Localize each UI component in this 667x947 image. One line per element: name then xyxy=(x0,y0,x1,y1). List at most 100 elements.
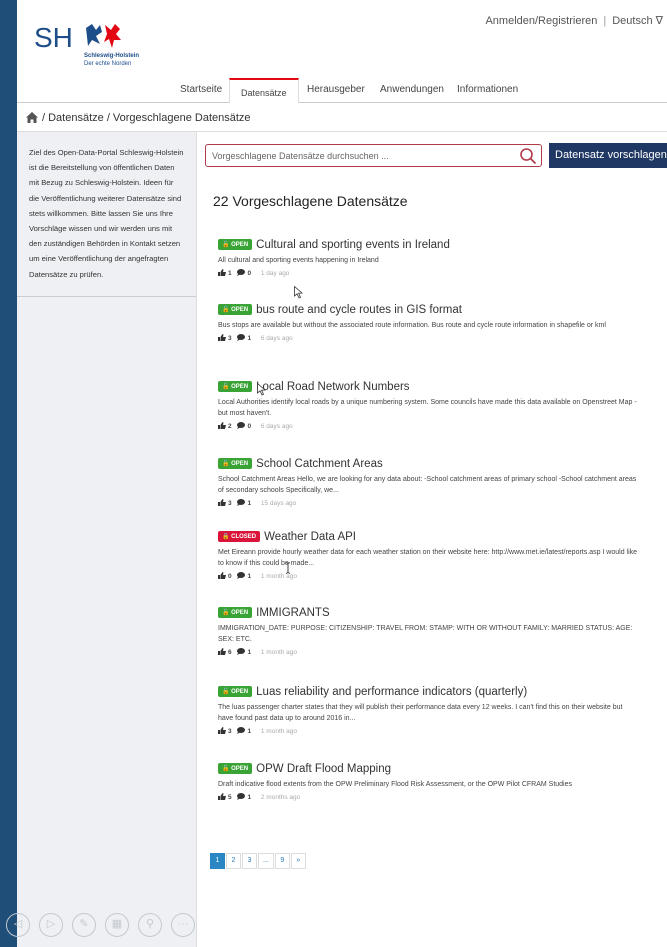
language-select[interactable]: Deutsch ∇ xyxy=(612,15,663,27)
language-label: Deutsch xyxy=(612,15,653,27)
nav-anwendungen[interactable]: Anwendungen xyxy=(380,84,444,95)
timestamp: 6 days ago xyxy=(260,423,293,430)
entry-header: 🔓 OPEN bus route and cycle routes in GIS … xyxy=(218,300,638,316)
status-badge: 🔓 OPEN xyxy=(218,686,253,697)
comment-count: 0 xyxy=(247,270,252,277)
thumbs-up-icon xyxy=(218,793,226,800)
status-badge: 🔓 OPEN xyxy=(218,763,253,774)
thumbs-up-icon xyxy=(218,499,226,506)
presentation-controls: ◁ ▷ ✎ ▦ ⚲ ··· xyxy=(6,913,204,937)
sidebar: Ziel des Open-Data-Portal Schleswig-Hols… xyxy=(17,132,197,947)
page-9[interactable]: 9 xyxy=(274,853,290,869)
comment-count: 1 xyxy=(247,728,252,735)
next-icon[interactable]: ▷ xyxy=(39,913,63,937)
nav-informationen[interactable]: Informationen xyxy=(457,84,518,95)
status-label: OPEN xyxy=(231,461,249,467)
browser-page: SH Schleswig-Holstein Der echte Norden A… xyxy=(17,0,667,947)
header: SH Schleswig-Holstein Der echte Norden A… xyxy=(17,0,667,78)
entry-meta: 1 0 1 day ago xyxy=(218,269,638,277)
mouse-cursor-icon xyxy=(257,383,266,396)
mouse-cursor-icon xyxy=(294,286,303,299)
entry-meta: 3 1 15 days ago xyxy=(218,499,638,507)
slides-icon[interactable]: ▦ xyxy=(105,913,129,937)
like-count: 5 xyxy=(228,794,232,801)
list-item: 🔓 OPEN bus route and cycle routes in GIS … xyxy=(218,300,638,342)
timestamp: 2 months ago xyxy=(260,794,301,801)
comment-icon xyxy=(237,793,246,800)
list-item: 🔒 CLOSED Weather Data API Met Eireann pro… xyxy=(218,527,638,580)
status-badge: 🔓 OPEN xyxy=(218,381,253,392)
entry-meta: 6 1 1 month ago xyxy=(218,648,638,656)
page-1[interactable]: 1 xyxy=(210,853,225,869)
entry-header: 🔓 OPEN IMMIGRANTS xyxy=(218,603,638,619)
sidebar-info-text: Ziel des Open-Data-Portal Schleswig-Hols… xyxy=(17,132,196,297)
entry-title[interactable]: School Catchment Areas xyxy=(256,458,383,470)
previous-icon[interactable]: ◁ xyxy=(6,913,30,937)
logo-line1: Schleswig-Holstein xyxy=(84,53,140,59)
status-badge: 🔓 OPEN xyxy=(218,607,253,618)
comment-count: 1 xyxy=(247,794,252,801)
entry-description: The luas passenger charter states that t… xyxy=(218,704,623,722)
entry-title[interactable]: OPW Draft Flood Mapping xyxy=(256,763,391,775)
entry-title[interactable]: Weather Data API xyxy=(264,531,356,543)
search-input[interactable]: Vorgeschlagene Datensätze durchsuchen ..… xyxy=(205,144,542,167)
more-icon[interactable]: ··· xyxy=(171,913,195,937)
thumbs-up-icon xyxy=(218,648,226,655)
status-badge: 🔓 OPEN xyxy=(218,304,253,315)
next-page[interactable]: » xyxy=(290,853,306,869)
propose-dataset-button[interactable]: Datensatz vorschlagen xyxy=(549,143,667,168)
entry-header: 🔓 OPEN Cultural and sporting events in Ir… xyxy=(218,235,638,251)
comment-icon xyxy=(237,572,246,579)
entry-description: IMMIGRATION_DATE: PURPOSE: CITIZENSHIP: … xyxy=(218,625,633,643)
status-badge: 🔓 OPEN xyxy=(218,239,253,250)
timestamp: 6 days ago xyxy=(260,335,293,342)
nav-herausgeber[interactable]: Herausgeber xyxy=(307,84,365,95)
list-item: 🔓 OPEN Luas reliability and performance i… xyxy=(218,682,638,735)
comment-count: 0 xyxy=(247,423,252,430)
logo[interactable]: SH Schleswig-Holstein Der echte Norden xyxy=(34,22,139,67)
zoom-icon[interactable]: ⚲ xyxy=(138,913,162,937)
entry-header: 🔒 CLOSED Weather Data API xyxy=(218,527,638,543)
divider: | xyxy=(603,15,607,27)
timestamp: 1 day ago xyxy=(260,270,290,277)
entry-title[interactable]: Cultural and sporting events in Ireland xyxy=(256,239,450,251)
entry-description: All cultural and sporting events happeni… xyxy=(218,257,379,264)
home-icon[interactable] xyxy=(26,112,38,123)
login-link[interactable]: Anmelden/Registrieren xyxy=(485,15,597,27)
status-label: OPEN xyxy=(231,242,249,248)
breadcrumb-path[interactable]: / Datensätze / Vorgeschlagene Datensätze xyxy=(42,112,251,124)
page-2[interactable]: 2 xyxy=(226,853,241,869)
like-count: 6 xyxy=(228,649,232,656)
like-count: 1 xyxy=(228,270,232,277)
entry-title[interactable]: IMMIGRANTS xyxy=(256,607,329,619)
entry-title[interactable]: Local Road Network Numbers xyxy=(256,381,409,393)
text-cursor-icon xyxy=(285,562,291,574)
nav-startseite[interactable]: Startseite xyxy=(180,84,222,95)
chevron-down-icon: ∇ xyxy=(655,15,663,27)
thumbs-up-icon xyxy=(218,727,226,734)
search-icon[interactable] xyxy=(519,147,537,165)
pen-icon[interactable]: ✎ xyxy=(72,913,96,937)
comment-count: 1 xyxy=(247,500,252,507)
entry-meta: 5 1 2 months ago xyxy=(218,793,638,801)
entry-title[interactable]: bus route and cycle routes in GIS format xyxy=(256,304,462,316)
comment-icon xyxy=(237,334,246,341)
like-count: 3 xyxy=(228,335,232,342)
entry-title[interactable]: Luas reliability and performance indicat… xyxy=(256,686,527,698)
status-badge: 🔒 CLOSED xyxy=(218,531,261,542)
timestamp: 1 month ago xyxy=(260,649,298,656)
comment-icon xyxy=(237,422,246,429)
page-3[interactable]: 3 xyxy=(242,853,257,869)
entry-meta: 3 1 6 days ago xyxy=(218,334,638,342)
nav-datensaetze[interactable]: Datensätze xyxy=(229,78,299,103)
like-count: 2 xyxy=(228,423,232,430)
list-item: 🔓 OPEN IMMIGRANTS IMMIGRATION_DATE: PURPO… xyxy=(218,603,638,656)
list-item: 🔓 OPEN OPW Draft Flood Mapping Draft indi… xyxy=(218,759,638,801)
comment-icon xyxy=(237,269,246,276)
entry-description: Met Eireann provide hourly weather data … xyxy=(218,549,638,567)
entry-description: Bus stops are available but without the … xyxy=(218,322,606,329)
breadcrumb: / Datensätze / Vorgeschlagene Datensätze xyxy=(17,103,667,132)
comment-icon xyxy=(237,499,246,506)
entry-meta: 0 1 1 month ago xyxy=(218,572,638,580)
list-item: 🔓 OPEN School Catchment Areas School Catc… xyxy=(218,454,638,507)
